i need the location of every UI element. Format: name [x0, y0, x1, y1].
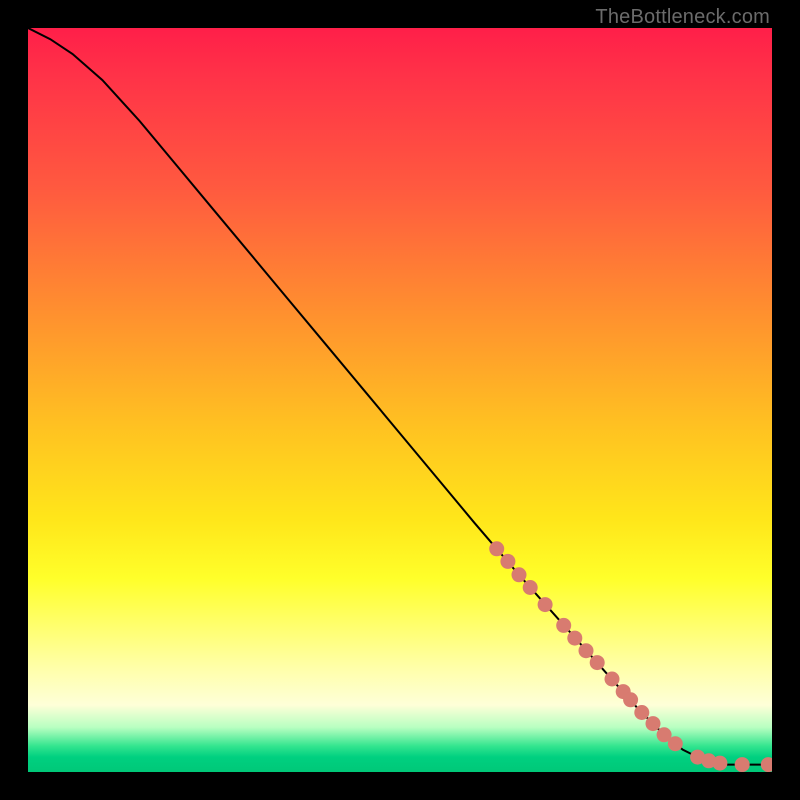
data-point	[735, 757, 750, 772]
data-point	[668, 736, 683, 751]
curve-layer	[28, 28, 772, 772]
data-point	[556, 618, 571, 633]
data-point	[657, 727, 672, 742]
attribution-text: TheBottleneck.com	[595, 6, 770, 29]
data-point	[500, 554, 515, 569]
data-point	[701, 753, 716, 768]
bottleneck-curve	[28, 28, 772, 765]
data-point	[761, 757, 772, 772]
data-point	[712, 756, 727, 771]
data-point	[538, 597, 553, 612]
data-point	[690, 750, 705, 765]
data-point	[605, 672, 620, 687]
data-point	[512, 567, 527, 582]
data-point	[646, 716, 661, 731]
data-point	[623, 692, 638, 707]
chart-frame: TheBottleneck.com	[0, 0, 800, 800]
data-point	[567, 631, 582, 646]
data-point	[616, 684, 631, 699]
highlighted-points	[489, 541, 772, 772]
plot-area	[28, 28, 772, 772]
data-point	[489, 541, 504, 556]
data-point	[634, 705, 649, 720]
data-point	[590, 655, 605, 670]
data-point	[523, 580, 538, 595]
data-point	[579, 643, 594, 658]
